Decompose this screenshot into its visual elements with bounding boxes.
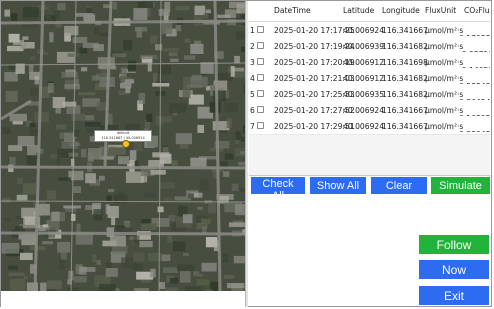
cell-fluxunit: μmol/m²·s [425,58,464,67]
table-row[interactable]: 5 2025-01-20 17:25:33 40.006935 116.341682 μ… [249,86,490,103]
header-latitude: Latitude [343,6,375,15]
cell-latitude: 40.006924 [343,122,385,131]
cell-latitude: 40.006912 [343,74,385,83]
co2flux-value: 0.28048 [459,130,490,132]
cell-fluxunit: μmol/m²·s [425,74,464,83]
table-row[interactable]: 4 2025-01-20 17:21:03 40.006912 116.341682 μ… [249,70,490,87]
row-checkbox[interactable] [257,90,264,97]
co2flux-value: -0.14059 [459,66,490,68]
follow-button[interactable]: Follow [419,235,489,254]
exit-button[interactable]: Exit [419,286,489,305]
cell-fluxunit: μmol/m²·s [425,106,464,115]
row-checkbox[interactable] [257,58,264,65]
row-index: 2 [250,42,255,51]
show-all-button[interactable]: Show All [310,177,366,194]
location-marker-icon[interactable] [122,140,130,148]
row-checkbox[interactable] [257,26,264,33]
co2flux-value: 0.17088 [459,34,490,36]
co2flux-value: 0.16802 [459,114,490,116]
row-checkbox[interactable] [257,74,264,81]
co2flux-value: 0.58843 [459,82,490,84]
row-checkbox[interactable] [257,122,264,129]
table-row[interactable]: 3 2025-01-20 17:20:19 40.006912 116.341698 μ… [249,54,490,71]
row-checkbox[interactable] [257,42,264,49]
header-co2flux: CO₂Flux [464,6,490,15]
cell-longitude: 116.341682 [382,74,428,83]
header-fluxunit: FluxUnit [425,6,457,15]
cell-longitude: 116.341682 [382,90,428,99]
cell-latitude: 40.006924 [343,106,385,115]
row-index: 3 [250,58,255,67]
row-index: 7 [250,122,255,131]
check-all-button[interactable]: Check All [251,177,305,202]
header-datetime: DateTime [274,6,311,15]
cell-longitude: 116.341682 [382,42,428,51]
cell-co2flux: 0.28048 [459,122,490,132]
row-index: 1 [250,26,255,35]
flux-table: DateTime Latitude Longitude FluxUnit CO₂… [249,1,490,176]
table-row[interactable]: 2 2025-01-20 17:19:24 40.006939 116.341682 μ… [249,38,490,55]
table-header: DateTime Latitude Longitude FluxUnit CO₂… [249,1,490,22]
satellite-map[interactable]: default 116.341667 | 40.006924 [1,1,245,291]
cell-co2flux: 0.17088 [459,26,490,36]
cell-co2flux: -0.14059 [459,58,490,68]
cell-latitude: 40.006935 [343,90,385,99]
co2flux-value: 0.36454 [459,98,490,100]
simulate-button[interactable]: Simulate [431,177,490,194]
cell-co2flux: 0.16802 [459,106,490,116]
table-row[interactable]: 6 2025-01-20 17:27:52 40.006924 116.341667 μ… [249,102,490,119]
cell-fluxunit: μmol/m²·s [425,122,464,131]
cell-latitude: 40.006924 [343,26,385,35]
cell-latitude: 40.006939 [343,42,385,51]
cell-longitude: 116.341698 [382,58,428,67]
cell-co2flux: -0.93710 [459,42,490,52]
cell-longitude: 116.341667 [382,122,428,131]
row-index: 4 [250,74,255,83]
row-index: 5 [250,90,255,99]
cell-longitude: 116.341667 [382,106,428,115]
row-checkbox[interactable] [257,106,264,113]
cell-fluxunit: μmol/m²·s [425,26,464,35]
clear-button[interactable]: Clear [371,177,427,194]
splitter-handle[interactable] [245,1,248,307]
cell-co2flux: 0.58843 [459,74,490,84]
now-button[interactable]: Now [419,260,489,279]
header-longitude: Longitude [382,6,420,15]
row-index: 6 [250,106,255,115]
cell-co2flux: 0.36454 [459,90,490,100]
cell-fluxunit: μmol/m²·s [425,90,464,99]
map-footer [1,291,245,307]
table-row[interactable]: 7 2025-01-20 17:29:51 40.006924 116.341667 μ… [249,118,490,135]
co2flux-value: -0.93710 [459,50,490,52]
cell-latitude: 40.006912 [343,58,385,67]
cell-longitude: 116.341667 [382,26,428,35]
cell-fluxunit: μmol/m²·s [425,42,464,51]
table-row[interactable]: 1 2025-01-20 17:17:25 40.006924 116.341667 μ… [249,22,490,39]
